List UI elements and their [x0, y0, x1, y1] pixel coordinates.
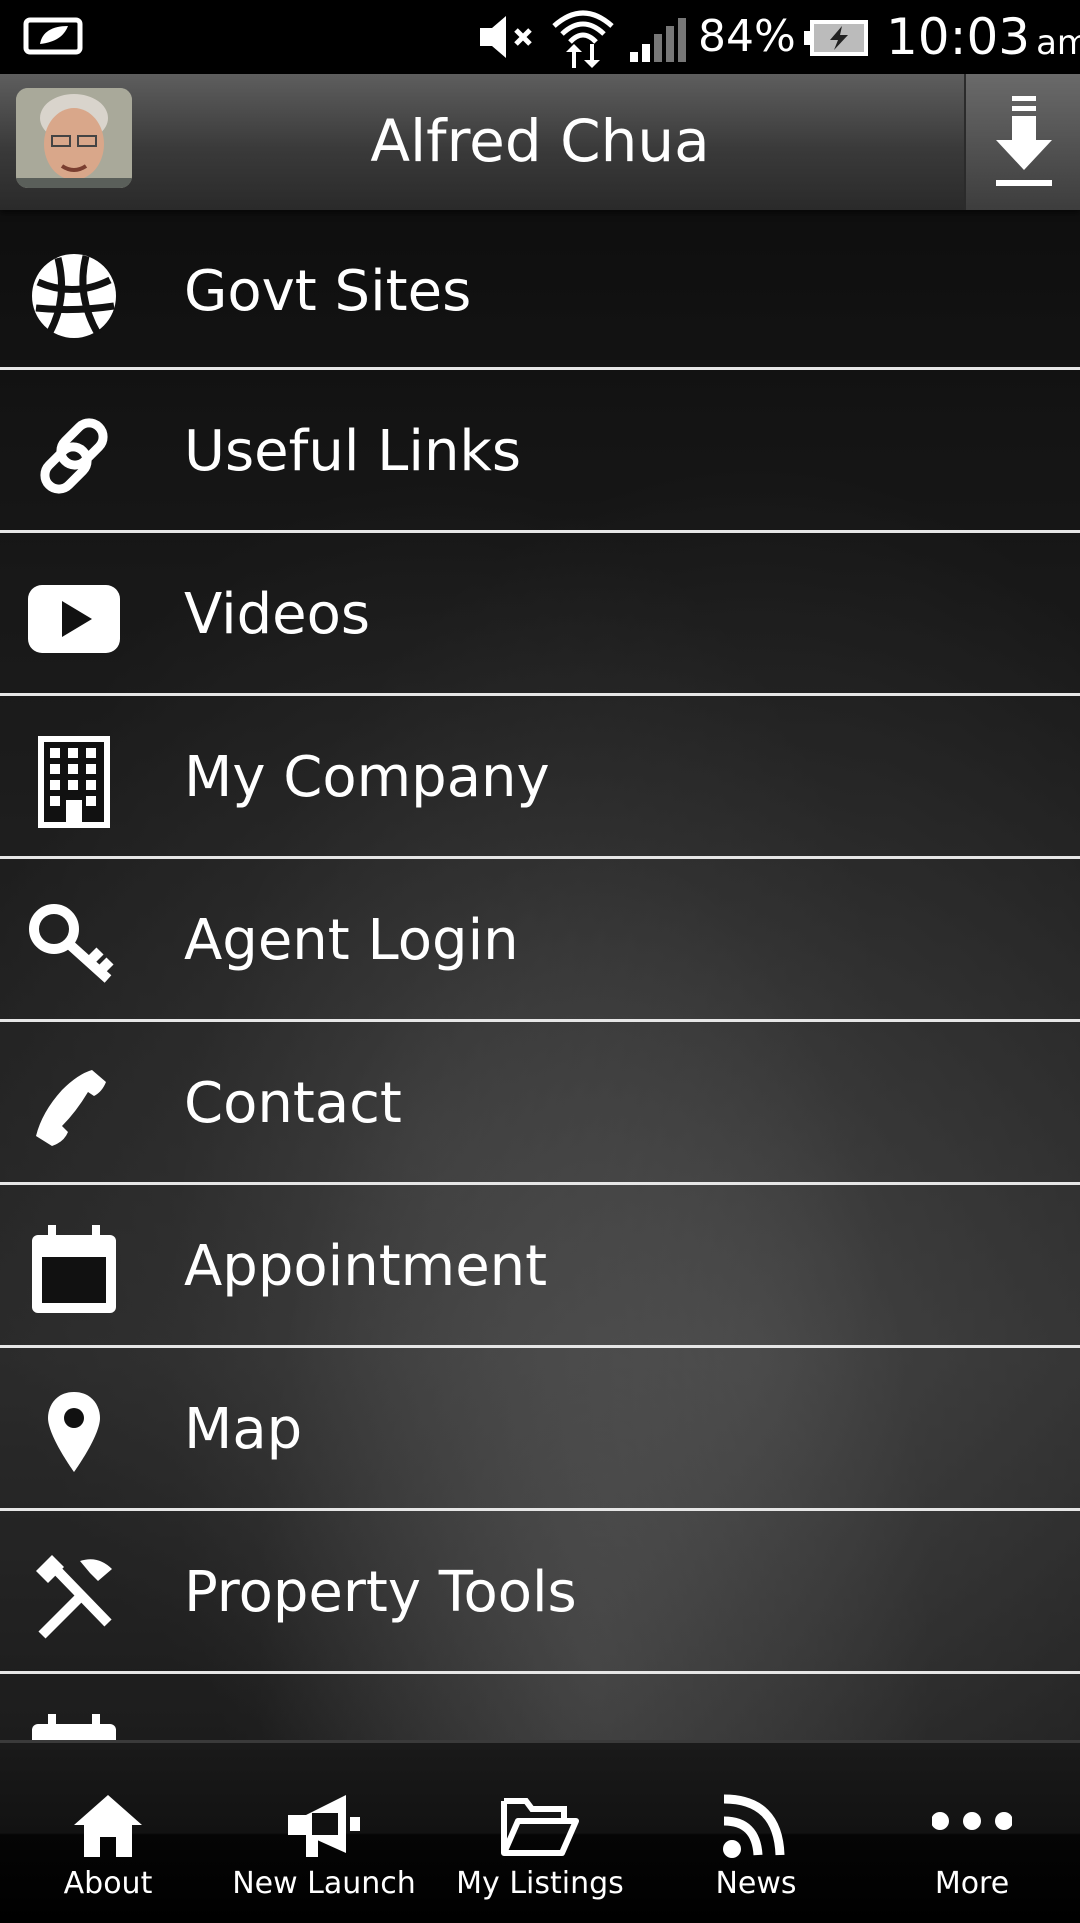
nav-news[interactable]: News [648, 1743, 864, 1923]
wifi-icon [552, 10, 614, 68]
calendar-icon [32, 1225, 116, 1313]
menu-item-property-tools[interactable]: Property Tools [0, 1511, 1080, 1674]
page-title: Alfred Chua [370, 107, 710, 175]
clock-ampm: am [1036, 23, 1080, 63]
menu-item-label: Agent Login [184, 908, 519, 973]
megaphone-icon [288, 1795, 360, 1857]
folder-open-icon [501, 1798, 579, 1856]
map-pin-icon [48, 1392, 100, 1472]
clock: 10:03 am [886, 8, 1080, 72]
phone-icon [36, 1070, 106, 1146]
globe-icon [32, 254, 116, 338]
menu-item-label: Appointment [184, 1234, 548, 1299]
key-icon [29, 904, 114, 983]
nav-more[interactable]: More [864, 1743, 1080, 1923]
clock-time: 10:03 [886, 8, 1031, 66]
menu-item-label: Videos [184, 582, 371, 647]
more-dots-icon [932, 1812, 1012, 1830]
nav-label: News [715, 1866, 797, 1901]
tools-icon [36, 1555, 112, 1639]
bottom-navigation: About New Launch My Listings News More [0, 1740, 1080, 1923]
battery-percent: 84% [698, 11, 796, 62]
nav-my-listings[interactable]: My Listings [432, 1743, 648, 1923]
status-bar: 84% 10:03 am [0, 0, 1080, 74]
nav-about[interactable]: About [0, 1743, 216, 1923]
menu-item-label: Contact [184, 1071, 402, 1136]
app-header: Alfred Chua [0, 74, 1080, 210]
building-icon [38, 736, 110, 828]
menu-item-govt-sites[interactable]: Govt Sites [0, 210, 1080, 370]
menu-item-label: Useful Links [184, 419, 522, 484]
notification-icon [23, 17, 83, 55]
nav-label: More [934, 1866, 1010, 1901]
play-icon [28, 585, 120, 653]
menu-item-agent-login[interactable]: Agent Login [0, 859, 1080, 1022]
menu-item-my-company[interactable]: My Company [0, 696, 1080, 859]
menu-item-contact[interactable]: Contact [0, 1022, 1080, 1185]
side-menu: Govt Sites Useful Links Videos My Compan… [0, 210, 1080, 1740]
menu-item-label: Map [184, 1397, 303, 1462]
download-button[interactable] [964, 74, 1080, 210]
menu-item-label: My Company [184, 745, 550, 810]
signal-icon [630, 18, 686, 62]
nav-label: About [63, 1866, 153, 1901]
menu-item-label: Govt Sites [184, 259, 472, 324]
battery-charging-icon [804, 20, 868, 56]
calendar-icon [32, 1714, 116, 1740]
rss-icon [723, 1794, 785, 1858]
nav-new-launch[interactable]: New Launch [216, 1743, 432, 1923]
menu-item-map[interactable]: Map [0, 1348, 1080, 1511]
menu-item-useful-links[interactable]: Useful Links [0, 370, 1080, 533]
menu-item-videos[interactable]: Videos [0, 533, 1080, 696]
mute-icon [480, 16, 532, 58]
link-icon [40, 418, 108, 494]
menu-item-partial[interactable] [0, 1674, 1080, 1740]
download-icon [996, 96, 1052, 186]
menu-item-appointment[interactable]: Appointment [0, 1185, 1080, 1348]
home-icon [74, 1795, 142, 1857]
nav-label: New Launch [232, 1866, 416, 1901]
menu-item-label: Property Tools [184, 1560, 577, 1625]
nav-label: My Listings [456, 1866, 624, 1901]
